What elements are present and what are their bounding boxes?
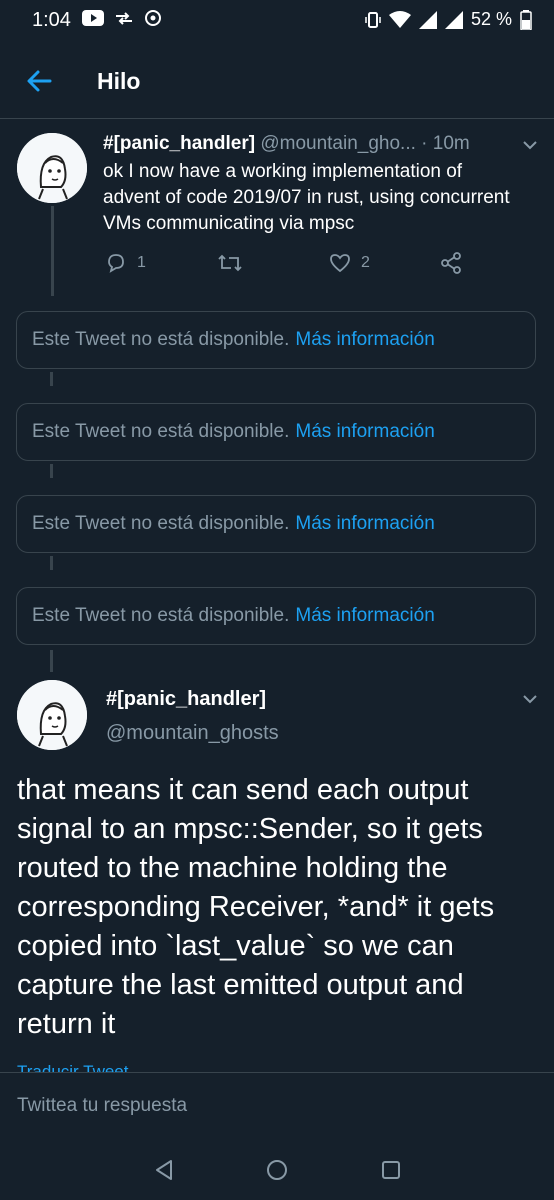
retweet-button[interactable] <box>217 252 243 274</box>
unavailable-text: Este Tweet no está disponible. <box>32 329 290 350</box>
like-count: 2 <box>361 254 370 271</box>
tweet-parent[interactable]: #[panic_handler] @mountain_gho... · 10m … <box>0 118 554 298</box>
tweet-text: that means it can send each output signa… <box>17 774 495 1040</box>
avatar-illustration-icon <box>17 680 87 750</box>
thread-line <box>50 464 53 478</box>
tweet-header: #[panic_handler] @mountain_gho... · 10m <box>103 133 523 155</box>
settings-icon <box>145 10 161 26</box>
reply-icon <box>108 254 124 273</box>
vibrate-icon <box>365 11 381 28</box>
retweet-icon <box>218 254 242 272</box>
data-transfer-icon <box>116 12 132 25</box>
reply-composer[interactable]: Twittea tu respuesta <box>0 1072 554 1141</box>
tweet-actions: 1 2 <box>103 252 523 282</box>
page-title: Hilo <box>97 68 141 94</box>
system-nav-bar <box>0 1140 554 1200</box>
more-info-link[interactable]: Más información <box>295 605 434 627</box>
unavailable-tweet: Este Tweet no está disponible. Más infor… <box>16 311 536 369</box>
app-bar: Hilo <box>0 42 554 119</box>
unavailable-tweet: Este Tweet no está disponible. Más infor… <box>16 403 536 461</box>
translate-tweet-link[interactable]: Traducir Tweet <box>17 1062 129 1072</box>
more-info-link[interactable]: Más información <box>295 329 434 351</box>
chevron-down-icon[interactable] <box>522 694 538 704</box>
status-icons-right: 52 % <box>365 9 532 30</box>
author-name[interactable]: #[panic_handler] <box>103 133 255 154</box>
recents-square-icon[interactable] <box>379 1158 403 1182</box>
thread-line <box>50 556 53 570</box>
like-button[interactable]: 2 <box>329 252 370 274</box>
wifi-icon <box>388 10 411 28</box>
home-circle-icon[interactable] <box>265 1158 289 1182</box>
share-button[interactable] <box>440 252 462 274</box>
avatar-illustration-icon <box>17 133 87 203</box>
reply-button[interactable]: 1 <box>105 252 146 274</box>
unavailable-text: Este Tweet no está disponible. <box>32 605 290 626</box>
youtube-icon <box>82 10 104 26</box>
chevron-down-icon[interactable] <box>522 140 538 150</box>
avatar[interactable] <box>17 133 87 203</box>
unavailable-text: Este Tweet no está disponible. <box>32 421 290 442</box>
unavailable-text: Este Tweet no está disponible. <box>32 513 290 534</box>
status-time: 1:04 <box>32 9 71 31</box>
unavailable-tweet: Este Tweet no está disponible. Más infor… <box>16 495 536 553</box>
back-triangle-icon[interactable] <box>152 1158 176 1182</box>
reply-input[interactable]: Twittea tu respuesta <box>17 1095 187 1117</box>
status-icons-left <box>82 9 162 27</box>
avatar[interactable] <box>17 680 87 750</box>
thread-line <box>51 206 54 296</box>
signal-icon-2 <box>444 10 463 29</box>
author-name[interactable]: #[panic_handler] <box>106 688 266 711</box>
battery-percentage: 52 % <box>470 9 512 29</box>
heart-icon <box>330 254 350 273</box>
share-icon <box>441 252 461 274</box>
thread-line <box>50 650 53 672</box>
more-info-link[interactable]: Más información <box>295 421 434 443</box>
status-bar: 1:04 52 % <box>0 0 554 42</box>
more-info-link[interactable]: Más información <box>295 513 434 535</box>
thread-line <box>50 372 53 386</box>
author-handle[interactable]: @mountain_gho... <box>260 133 416 154</box>
battery-icon <box>520 9 532 30</box>
signal-icon <box>418 10 437 29</box>
author-handle[interactable]: @mountain_ghosts <box>106 722 279 745</box>
reply-count: 1 <box>137 254 146 271</box>
tweet-time: · 10m <box>421 133 470 154</box>
unavailable-tweet: Este Tweet no está disponible. Más infor… <box>16 587 536 645</box>
back-arrow-icon[interactable] <box>24 66 54 96</box>
tweet-text: ok I now have a working implementation o… <box>103 161 510 234</box>
